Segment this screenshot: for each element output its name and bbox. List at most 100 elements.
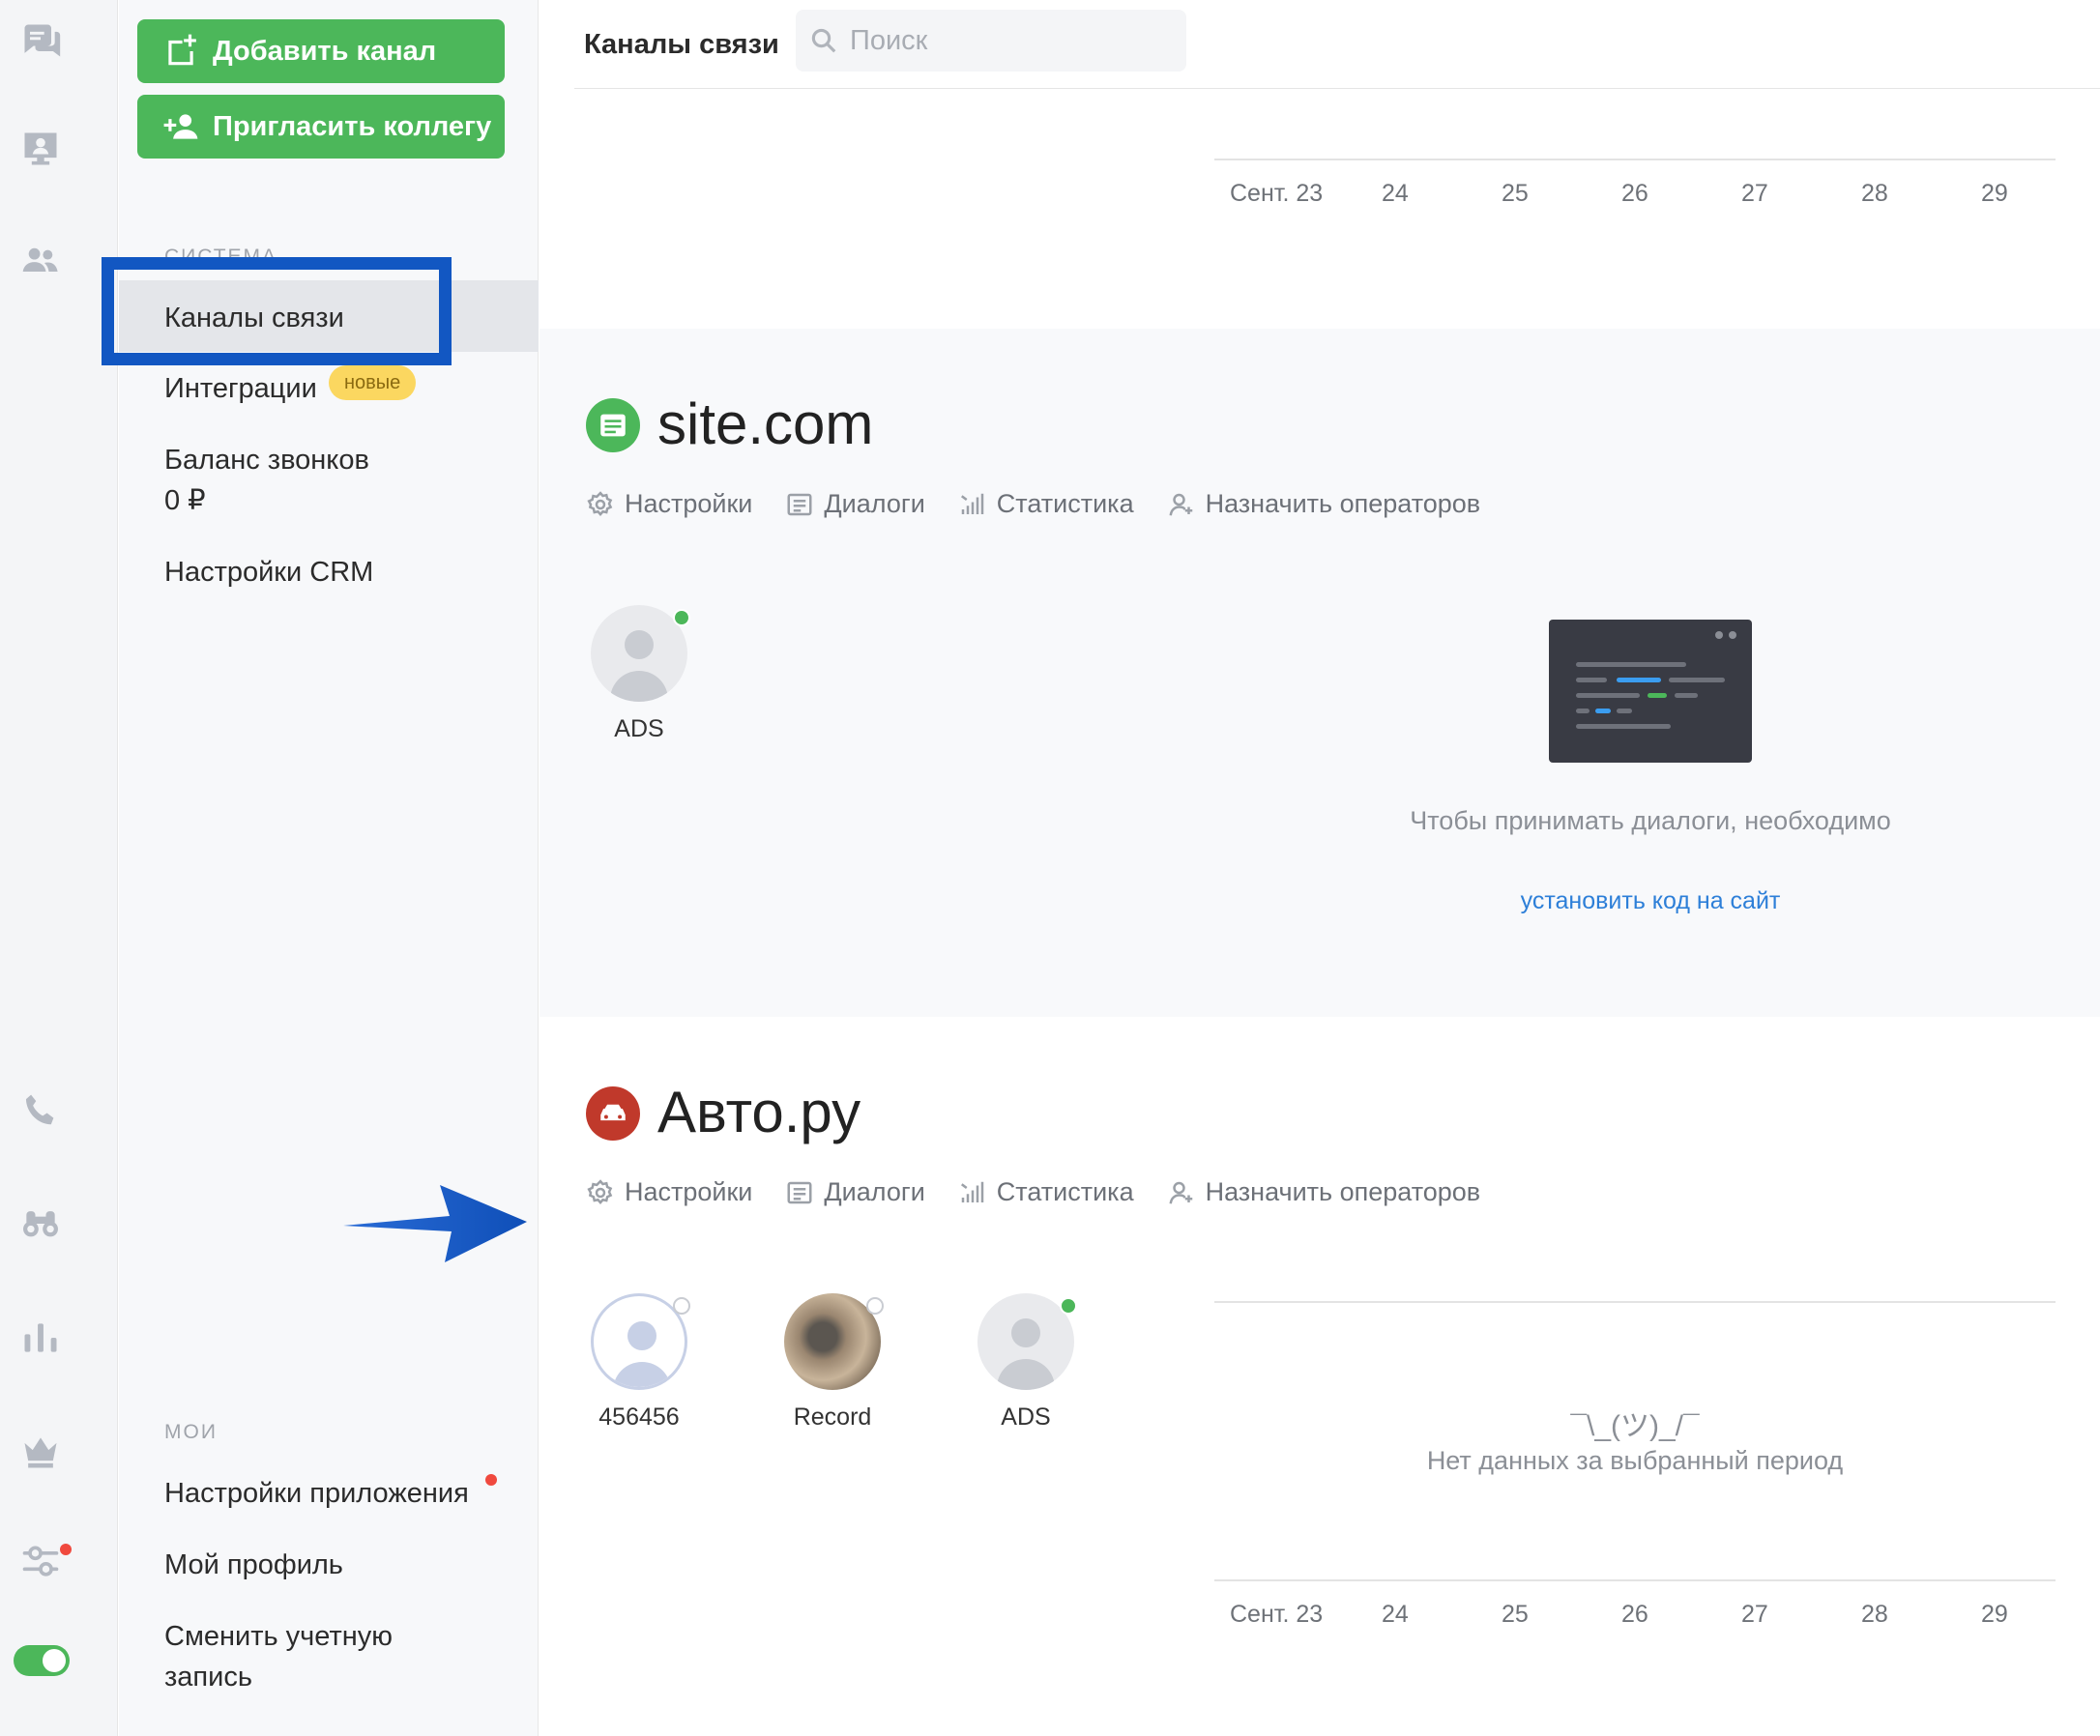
tab-label: Статистика <box>996 489 1134 518</box>
axis-tick: 27 <box>1741 1601 1768 1628</box>
add-channel-button[interactable]: Добавить канал <box>137 19 505 83</box>
channel-name[interactable]: site.com <box>657 391 873 457</box>
browser-icon <box>586 398 640 452</box>
notification-dot <box>485 1474 497 1486</box>
tab-assign-operators[interactable]: Назначить операторов <box>1167 1177 1481 1207</box>
list-icon <box>787 1181 812 1203</box>
add-channel-label: Добавить канал <box>213 35 437 67</box>
notification-dot <box>60 1544 72 1555</box>
chart-axis-line <box>1214 159 2056 160</box>
shrug-emoticon: ¯\_(ツ)_/¯ <box>1570 1410 1700 1442</box>
axis-tick: 25 <box>1502 180 1529 207</box>
highlight-box <box>102 257 452 365</box>
tab-label: Настройки <box>625 489 753 518</box>
operator-name: ADS <box>1001 1403 1051 1431</box>
invite-colleague-button[interactable]: Пригласить коллегу <box>137 95 505 159</box>
nav-panel: Добавить канал Пригласить коллегу СИСТЕМ… <box>102 0 539 1736</box>
new-badge: новые <box>329 365 417 400</box>
install-message: Чтобы принимать диалоги, необходимо <box>1410 806 1891 835</box>
tab-label: Назначить операторов <box>1205 1177 1481 1206</box>
bar-chart-icon[interactable] <box>17 1315 64 1361</box>
chart-axis-line <box>1214 1579 2056 1581</box>
tab-label: Диалоги <box>824 1177 925 1206</box>
tab-dialogs[interactable]: Диалоги <box>785 489 925 519</box>
operator-ads[interactable]: ADS <box>586 605 692 743</box>
status-online-dot <box>1060 1297 1077 1315</box>
status-offline-dot <box>866 1297 884 1315</box>
chat-icon[interactable] <box>17 17 64 64</box>
tab-label: Статистика <box>996 1177 1134 1206</box>
user-add-icon <box>1169 493 1192 515</box>
top-bar: Каналы связи <box>574 0 2100 89</box>
operator-name: ADS <box>614 715 664 742</box>
nav-item-app-settings[interactable]: Настройки приложения <box>164 1473 469 1514</box>
section-label-my: МОИ <box>164 1421 218 1443</box>
status-offline-dot <box>673 1297 690 1315</box>
nav-item-integrations[interactable]: Интеграции <box>164 368 317 409</box>
axis-tick: 24 <box>1382 1601 1409 1628</box>
axis-tick: 29 <box>1981 1601 2008 1628</box>
axis-tick: 27 <box>1741 180 1768 207</box>
search-input[interactable] <box>850 19 1169 62</box>
nav-item-call-balance[interactable]: Баланс звонков <box>164 440 369 480</box>
nav-item-switch-account[interactable]: Сменить учетную <box>164 1616 393 1657</box>
phone-icon[interactable] <box>17 1088 64 1135</box>
tab-dialogs[interactable]: Диалоги <box>785 1177 925 1207</box>
channel-name[interactable]: Авто.ру <box>657 1079 860 1145</box>
axis-tick: 28 <box>1861 180 1888 207</box>
call-balance-value: 0 ₽ <box>164 485 206 516</box>
no-data-message: Нет данных за выбранный период <box>1426 1446 1844 1475</box>
tab-statistics[interactable]: Статистика <box>958 489 1134 519</box>
users-icon[interactable] <box>17 238 64 284</box>
online-toggle[interactable] <box>14 1645 70 1676</box>
channel-tabs: Настройки Диалоги Статистика Назначить о… <box>586 1177 1480 1207</box>
axis-tick: 25 <box>1502 1601 1529 1628</box>
arrow-icon <box>343 1185 527 1262</box>
tab-label: Назначить операторов <box>1205 489 1481 518</box>
gear-icon <box>587 1178 613 1204</box>
icon-rail <box>0 0 118 1736</box>
axis-tick: 26 <box>1621 1601 1648 1628</box>
tab-settings[interactable]: Настройки <box>586 1177 752 1207</box>
search-box[interactable] <box>796 10 1186 72</box>
tab-label: Настройки <box>625 1177 753 1206</box>
nav-item-crm-settings[interactable]: Настройки CRM <box>164 552 373 593</box>
operator-name: Record <box>793 1403 872 1431</box>
search-icon <box>811 28 836 53</box>
operator-ads[interactable]: ADS <box>973 1293 1079 1432</box>
car-icon <box>586 1086 640 1141</box>
chart-top-line <box>1214 1301 2056 1303</box>
channel-tabs: Настройки Диалоги Статистика Назначить о… <box>586 489 1480 519</box>
code-illustration <box>1549 620 1752 763</box>
operator-name: 456456 <box>598 1403 680 1431</box>
list-icon <box>787 493 812 515</box>
binoculars-icon[interactable] <box>17 1201 64 1247</box>
status-online-dot <box>673 609 690 626</box>
crown-icon[interactable] <box>17 1429 64 1475</box>
axis-tick: 29 <box>1981 180 2008 207</box>
tab-statistics[interactable]: Статистика <box>958 1177 1134 1207</box>
axis-tick: Сент. 23 <box>1230 180 1324 207</box>
operator-record[interactable]: Record <box>779 1293 886 1432</box>
tab-settings[interactable]: Настройки <box>586 489 752 519</box>
monitor-user-icon[interactable] <box>17 126 64 172</box>
user-add-icon <box>1169 1181 1192 1203</box>
axis-tick: 28 <box>1861 1601 1888 1628</box>
signal-bars-icon <box>960 493 984 514</box>
tab-label: Диалоги <box>824 489 925 518</box>
sliders-icon[interactable] <box>17 1539 64 1585</box>
page-title: Каналы связи <box>584 29 779 60</box>
gear-icon <box>587 490 613 516</box>
nav-item-my-profile[interactable]: Мой профиль <box>164 1545 343 1585</box>
axis-tick: Сент. 23 <box>1230 1601 1324 1628</box>
install-code-link[interactable]: установить код на сайт <box>1327 887 1974 915</box>
axis-tick: 26 <box>1621 180 1648 207</box>
axis-tick: 24 <box>1382 180 1409 207</box>
tab-assign-operators[interactable]: Назначить операторов <box>1167 489 1481 519</box>
add-channel-icon <box>168 34 196 66</box>
signal-bars-icon <box>960 1181 984 1202</box>
nav-item-switch-account-line2[interactable]: запись <box>164 1657 252 1697</box>
add-user-icon <box>163 114 198 139</box>
operator-456456[interactable]: 456456 <box>586 1293 692 1432</box>
invite-colleague-label: Пригласить коллегу <box>213 110 492 142</box>
